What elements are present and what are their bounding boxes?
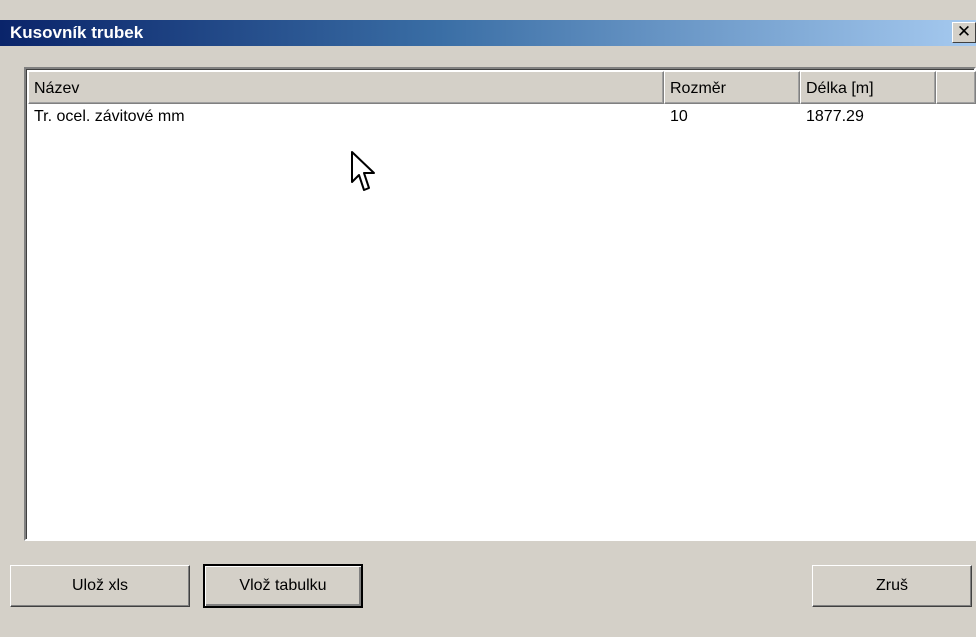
- column-header-rozmer[interactable]: Rozměr: [664, 71, 800, 104]
- cell-nazev: Tr. ocel. závitové mm: [34, 108, 185, 125]
- cell-delka: 1877.29: [806, 108, 864, 125]
- arrow-cursor-icon: [351, 151, 375, 191]
- insert-table-button[interactable]: Vlož tabulku: [203, 564, 363, 608]
- cancel-button[interactable]: Zruš: [812, 565, 972, 607]
- title-bar: Kusovník trubek ✕: [0, 0, 976, 46]
- window-title: Kusovník trubek: [10, 23, 144, 42]
- pipe-list[interactable]: Název Rozměr Délka [m] Tr. ocel. závitov…: [24, 67, 976, 541]
- save-xls-button[interactable]: Ulož xls: [10, 565, 190, 607]
- column-header-nazev[interactable]: Název: [28, 71, 664, 104]
- close-button[interactable]: ✕: [952, 22, 976, 43]
- list-header: Název Rozměr Délka [m]: [28, 71, 976, 104]
- column-header-filler: [936, 71, 976, 104]
- cell-rozmer: 10: [670, 108, 688, 125]
- table-row[interactable]: Tr. ocel. závitové mm 10 1877.29: [28, 106, 976, 128]
- close-icon: ✕: [956, 22, 972, 42]
- column-header-delka[interactable]: Délka [m]: [800, 71, 936, 104]
- title-bar-gradient: [0, 20, 976, 46]
